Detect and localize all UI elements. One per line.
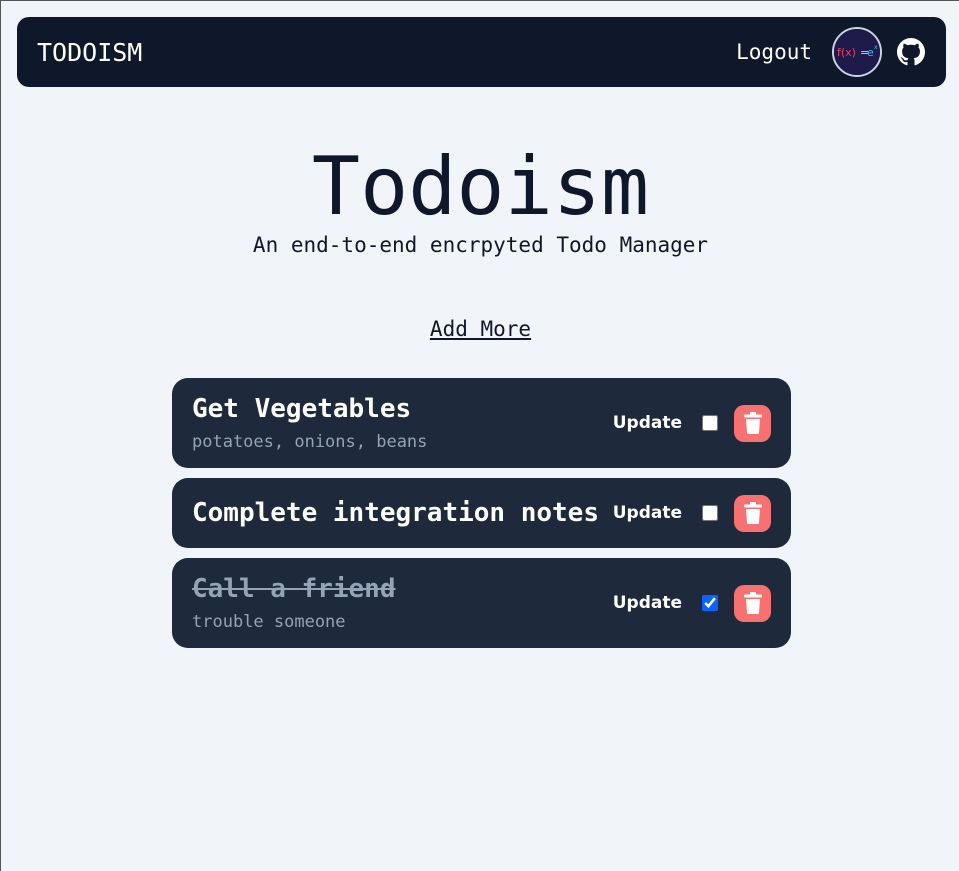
- github-icon[interactable]: [896, 37, 926, 67]
- todo-title: Call a friend: [192, 574, 396, 604]
- navbar-actions: Logout f(x) = e x: [736, 27, 926, 77]
- todo-text: Call a friend trouble someone: [192, 574, 396, 632]
- trash-icon: [743, 502, 762, 524]
- complete-checkbox[interactable]: [702, 415, 718, 431]
- logout-button[interactable]: Logout: [736, 40, 812, 64]
- page-subtitle: An end-to-end encrpyted Todo Manager: [252, 233, 709, 257]
- todo-title: Get Vegetables: [192, 394, 412, 424]
- svg-text:x: x: [874, 44, 878, 51]
- update-button[interactable]: Update: [613, 593, 682, 613]
- todo-actions: Update: [613, 494, 771, 532]
- delete-button[interactable]: [734, 584, 771, 622]
- todo-actions: Update: [613, 584, 771, 622]
- avatar[interactable]: f(x) = e x: [832, 27, 882, 77]
- svg-text:f(x): f(x): [837, 46, 856, 59]
- todo-description: trouble someone: [192, 612, 346, 632]
- svg-text:e: e: [867, 46, 874, 59]
- complete-checkbox[interactable]: [702, 595, 718, 611]
- todo-list: Get Vegetables potatoes, onions, beans U…: [172, 378, 791, 658]
- add-more-link[interactable]: Add More: [430, 317, 531, 341]
- add-more-container: Add More: [1, 317, 959, 341]
- todo-text: Complete integration notes: [192, 498, 599, 528]
- todo-actions: Update: [613, 404, 771, 442]
- navbar: TODOISM Logout f(x) = e x: [17, 17, 946, 87]
- avatar-fx-icon: f(x) = e x: [834, 29, 880, 75]
- brand-logo[interactable]: TODOISM: [37, 38, 142, 67]
- todo-item: Complete integration notes Update: [172, 478, 791, 548]
- todo-title: Complete integration notes: [192, 498, 599, 528]
- update-button[interactable]: Update: [613, 503, 682, 523]
- todo-item: Call a friend trouble someone Update: [172, 558, 791, 648]
- delete-button[interactable]: [734, 404, 771, 442]
- todo-description: potatoes, onions, beans: [192, 432, 428, 452]
- trash-icon: [743, 412, 762, 434]
- todo-item: Get Vegetables potatoes, onions, beans U…: [172, 378, 791, 468]
- delete-button[interactable]: [734, 494, 771, 532]
- trash-icon: [743, 592, 762, 614]
- update-button[interactable]: Update: [613, 413, 682, 433]
- todo-text: Get Vegetables potatoes, onions, beans: [192, 394, 427, 452]
- page-title: Todoism: [311, 140, 650, 233]
- complete-checkbox[interactable]: [702, 505, 718, 521]
